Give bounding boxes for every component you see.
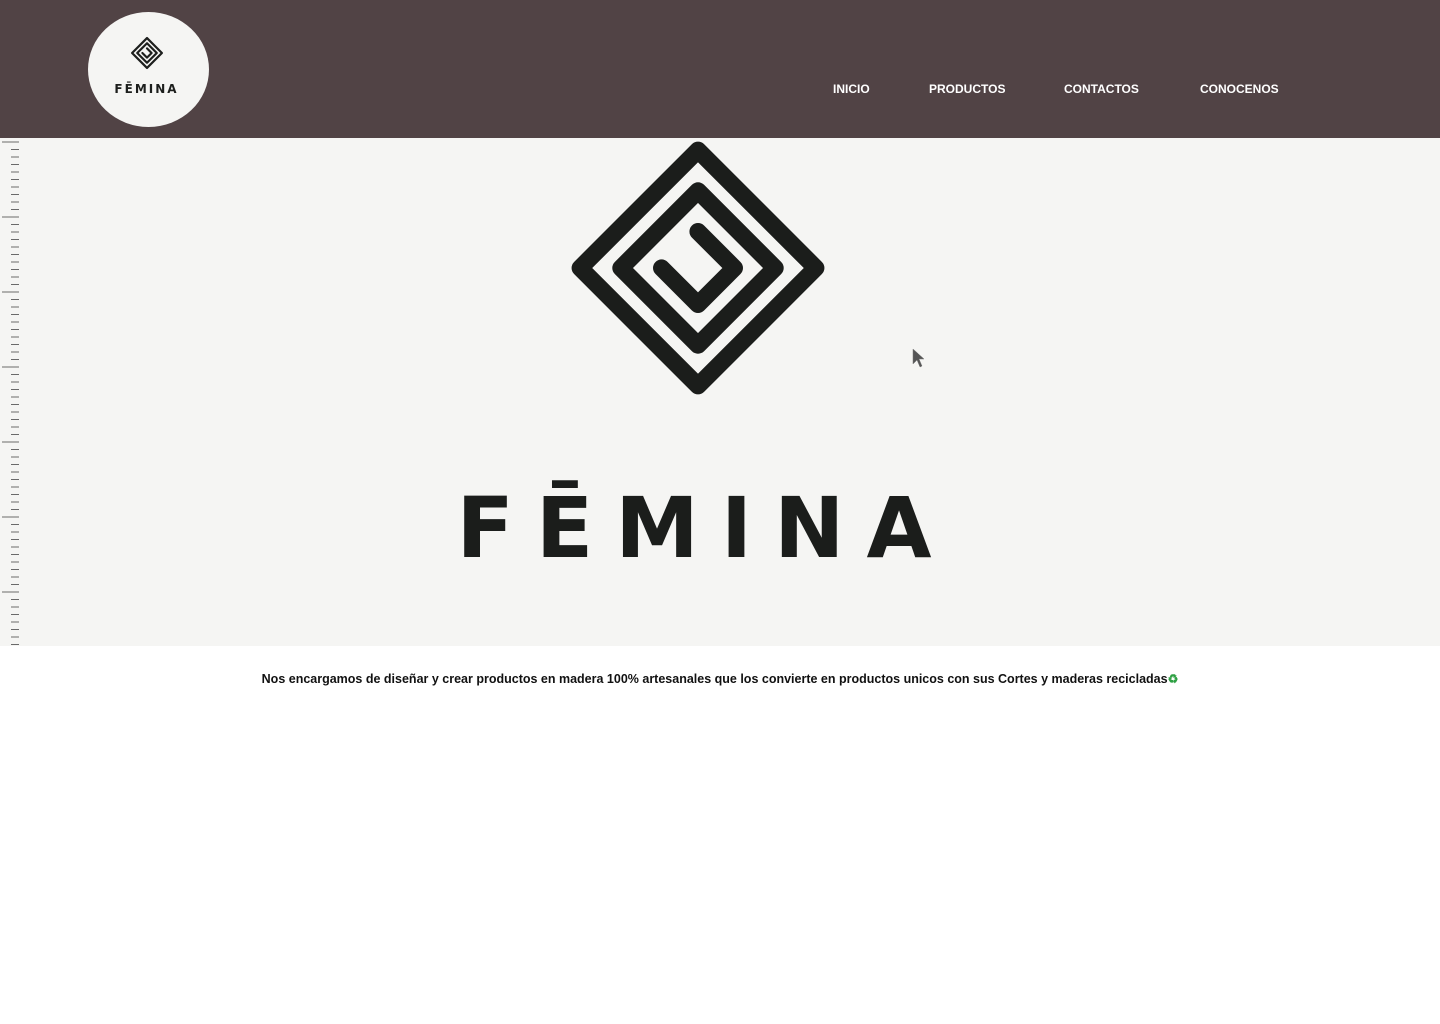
nav-contactos[interactable]: CONTACTOS: [1064, 82, 1139, 98]
logo[interactable]: FĒMINA: [88, 12, 209, 127]
logo-text: FĒMINA: [114, 82, 179, 96]
femina-spiral-logo-icon: [130, 36, 164, 70]
hero-logo-mark-icon: [571, 141, 825, 395]
about-tagline-text: Nos encargamos de diseñar y crear produc…: [261, 672, 1168, 686]
hero-brand-title: FĒMINA: [456, 479, 954, 577]
nav-productos[interactable]: PRODUCTOS: [929, 82, 1005, 98]
recycle-icon: ♻: [1167, 672, 1179, 686]
nav-conocenos[interactable]: CONOCENOS: [1200, 82, 1279, 98]
site-header: FĒMINA INICIO PRODUCTOS CONTACTOS CONOCE…: [0, 0, 1440, 138]
cursor-arrow-icon: [912, 348, 925, 368]
nav-inicio[interactable]: INICIO: [833, 82, 870, 98]
about-tagline: Nos encargamos de diseñar y crear produc…: [0, 672, 1440, 686]
hero-banner: FĒMINA: [0, 138, 1440, 646]
